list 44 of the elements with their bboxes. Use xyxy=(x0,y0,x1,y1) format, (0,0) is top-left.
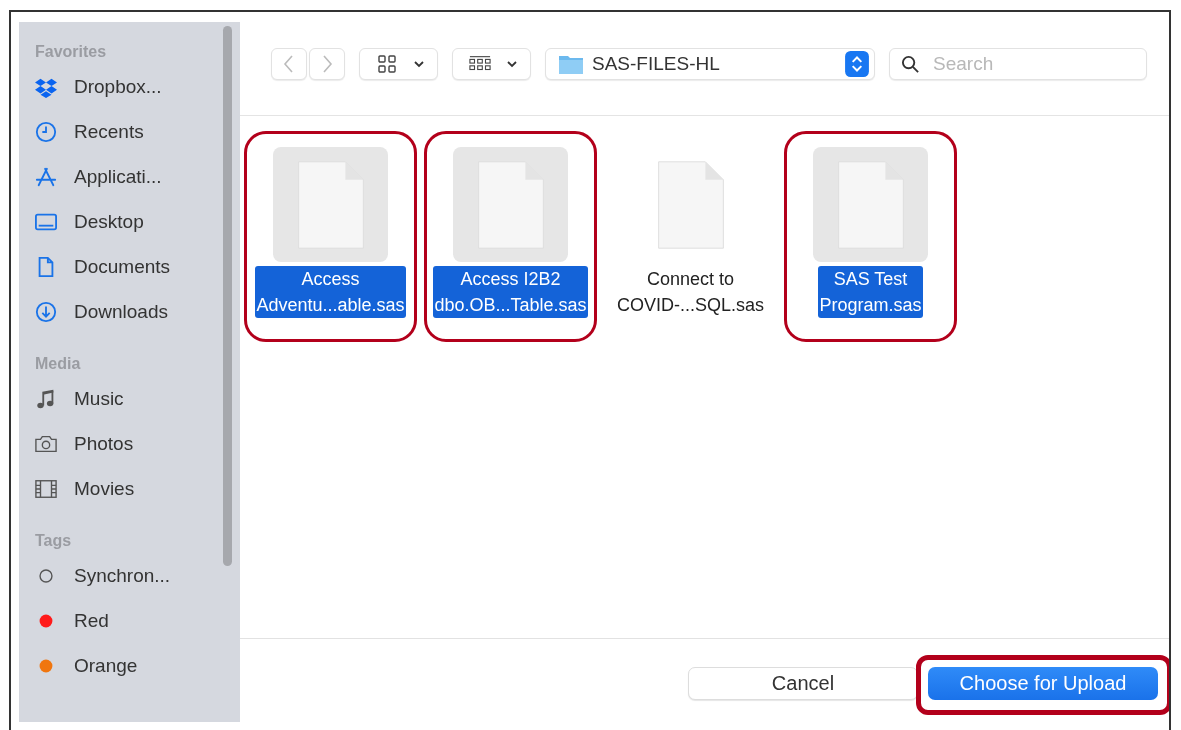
file-name: Access I2B2 dbo.OB...Table.sas xyxy=(433,266,588,318)
view-mode-button[interactable] xyxy=(359,48,438,80)
sidebar-item[interactable]: Dropbox... xyxy=(74,75,162,98)
sidebar-heading: Tags xyxy=(35,531,73,551)
cancel-button[interactable]: Cancel xyxy=(688,667,918,700)
film-icon xyxy=(35,477,57,500)
search-icon xyxy=(901,55,920,74)
scrollbar[interactable] xyxy=(223,26,232,566)
stepper-icon xyxy=(844,51,870,77)
sidebar-item[interactable]: Synchron... xyxy=(74,564,171,587)
group-button[interactable] xyxy=(452,48,531,80)
chevron-left-icon xyxy=(283,54,295,74)
file-name: Connect to COVID-...SQL.sas xyxy=(615,268,765,317)
sidebar-item[interactable]: Applicati... xyxy=(74,165,162,188)
sidebar-item[interactable]: Music xyxy=(74,387,124,410)
location-popup[interactable]: SAS-FILES-HL xyxy=(545,48,875,80)
sidebar-item[interactable]: Downloads xyxy=(74,300,168,323)
sidebar-item[interactable]: Recents xyxy=(74,120,144,143)
file-item[interactable]: SAS Test Program.sas xyxy=(784,131,957,318)
chevron-down-icon xyxy=(506,60,518,68)
file-name: SAS Test Program.sas xyxy=(818,266,923,318)
sidebar-item[interactable]: Movies xyxy=(74,477,135,500)
forward-button[interactable] xyxy=(309,48,345,80)
app-store-icon xyxy=(35,165,57,188)
file-name: Access Adventu...able.sas xyxy=(255,266,406,318)
sidebar-item[interactable]: Documents xyxy=(74,255,171,278)
file-item[interactable]: Access Adventu...able.sas xyxy=(244,131,417,318)
sidebar-item[interactable]: Red xyxy=(74,609,109,632)
clock-icon xyxy=(35,120,57,143)
upload-button[interactable]: Choose for Upload xyxy=(928,667,1158,700)
sidebar-item[interactable]: Desktop xyxy=(74,210,144,233)
back-button[interactable] xyxy=(271,48,307,80)
folder-icon xyxy=(558,53,584,75)
sidebar-item[interactable]: Photos xyxy=(74,432,134,455)
file-item[interactable]: Connect to COVID-...SQL.sas xyxy=(604,131,777,318)
search-field[interactable]: Search xyxy=(889,48,1147,80)
download-icon xyxy=(35,300,57,323)
grid-icon xyxy=(376,54,398,74)
chevron-right-icon xyxy=(321,54,333,74)
sidebar-item[interactable]: Orange xyxy=(74,654,138,677)
sidebar-heading: Favorites xyxy=(35,42,108,62)
chevron-down-icon xyxy=(413,60,425,68)
sidebar-heading: Media xyxy=(35,354,82,374)
file-item[interactable]: Access I2B2 dbo.OB...Table.sas xyxy=(424,131,597,318)
